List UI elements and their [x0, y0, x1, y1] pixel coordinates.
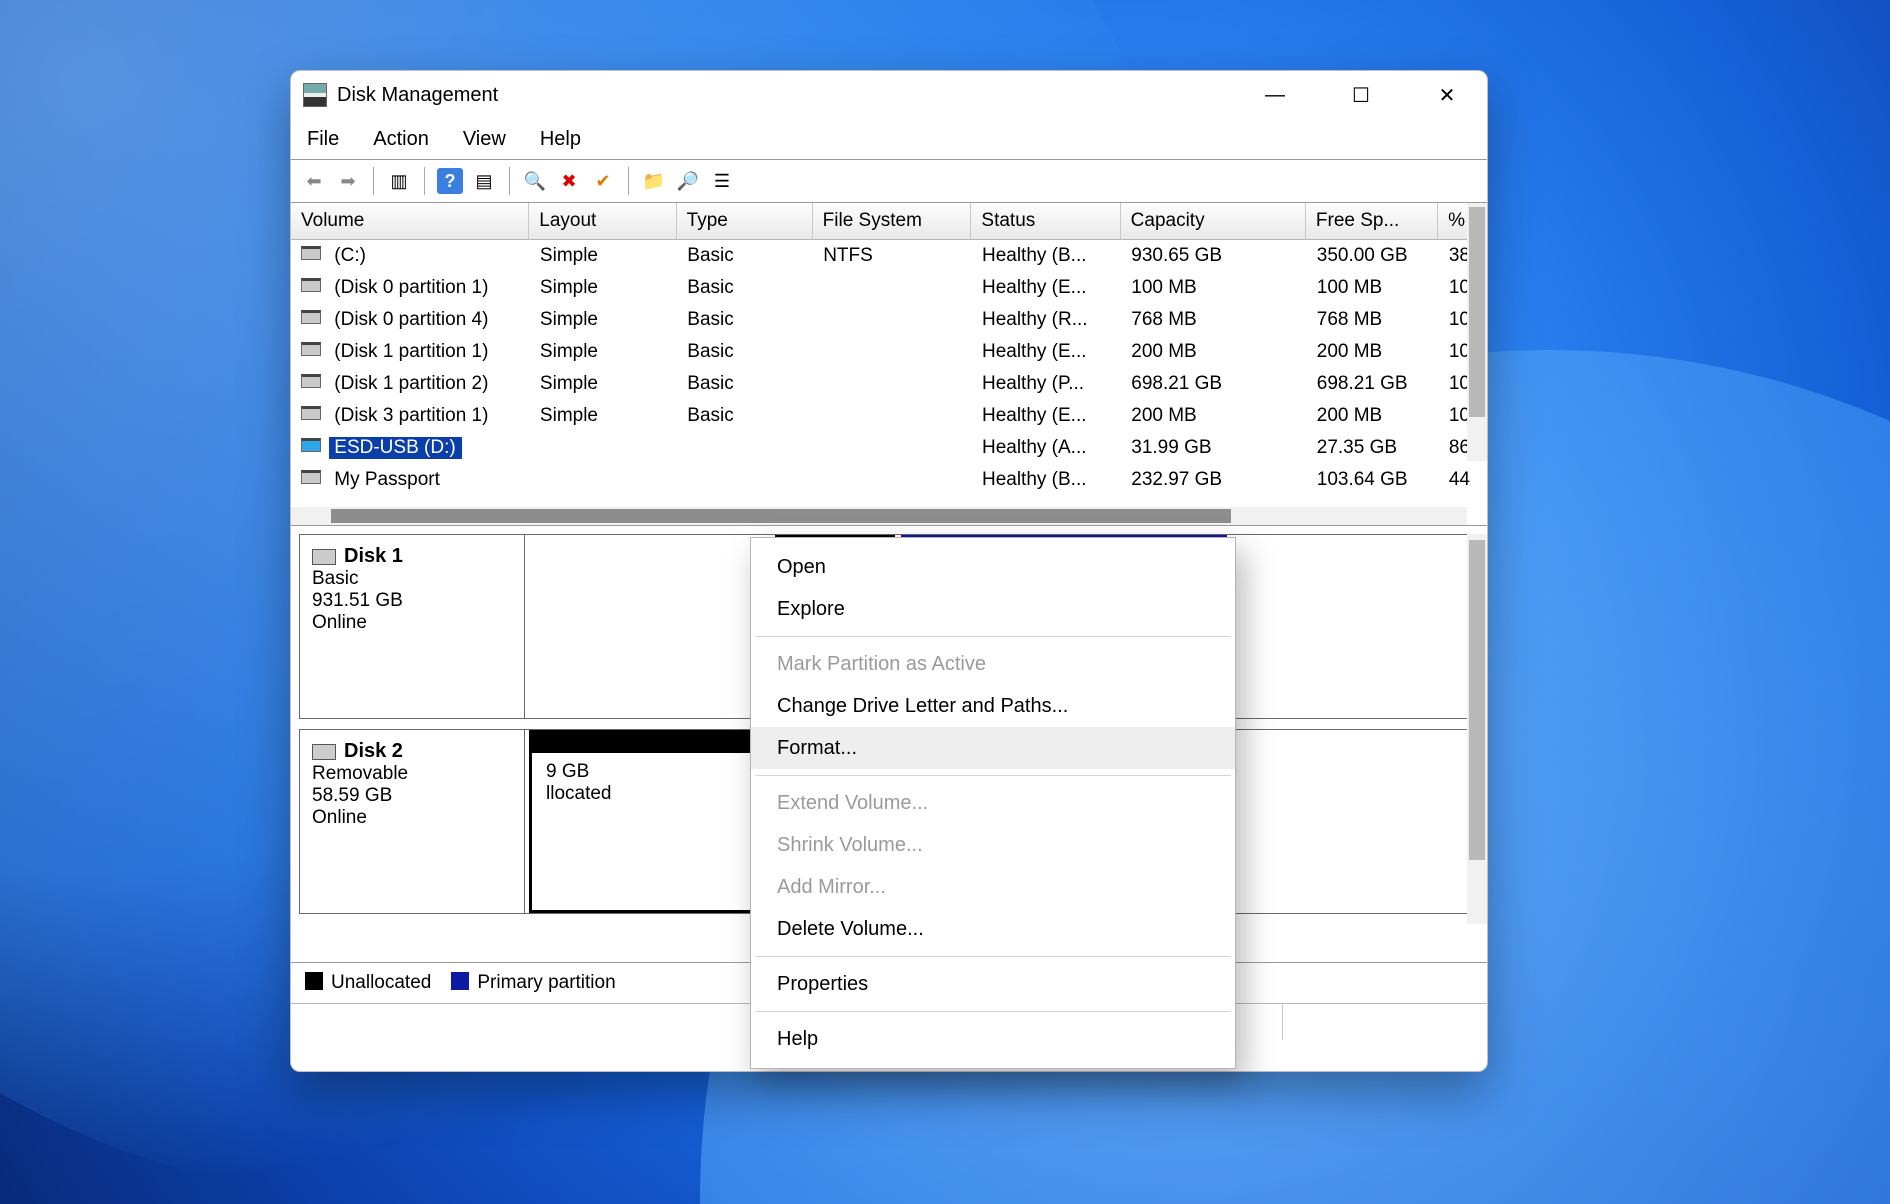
horizontal-scrollbar[interactable]: [291, 507, 1467, 525]
menu-file[interactable]: File: [307, 128, 339, 151]
disk-label[interactable]: Disk 2Removable58.59 GBOnline: [300, 730, 525, 913]
legend-item: Primary partition: [451, 972, 615, 994]
menu-view[interactable]: View: [463, 128, 506, 151]
search-folder-icon[interactable]: 🔎: [675, 168, 701, 194]
disk-management-window: Disk Management — ☐ ✕ File Action View Help…: [290, 70, 1488, 1072]
menu-item-mark-partition-as-active: Mark Partition as Active: [751, 643, 1235, 685]
disk-icon: [312, 744, 336, 760]
forward-arrow-icon[interactable]: ➡: [335, 168, 361, 194]
table-row[interactable]: (Disk 0 partition 1)SimpleBasicHealthy (…: [291, 272, 1487, 304]
titlebar[interactable]: Disk Management — ☐ ✕: [291, 71, 1487, 119]
folder-up-icon[interactable]: 📁: [641, 168, 667, 194]
toolbar: ⬅ ➡ ▥? ▤ 🔍 ✖ ✔ 📁 🔎 ☰: [291, 159, 1487, 203]
tree-pane-icon[interactable]: ▥: [386, 168, 412, 194]
menubar: File Action View Help: [291, 119, 1487, 159]
context-menu: OpenExplore Mark Partition as ActiveChang…: [750, 537, 1236, 1069]
table-row[interactable]: (Disk 3 partition 1)SimpleBasicHealthy (…: [291, 400, 1487, 432]
table-header: VolumeLayoutTypeFile SystemStatusCapacit…: [291, 203, 1487, 240]
disk-icon: [312, 549, 336, 565]
menu-item-explore[interactable]: Explore: [751, 588, 1235, 630]
menu-item-delete-volume[interactable]: Delete Volume...: [751, 908, 1235, 950]
window-title: Disk Management: [337, 84, 498, 107]
col-file-system[interactable]: File System: [813, 203, 972, 239]
menu-item-properties[interactable]: Properties: [751, 963, 1235, 1005]
properties-icon[interactable]: ▤: [471, 168, 497, 194]
table-row[interactable]: (C:)SimpleBasicNTFSHealthy (B...930.65 G…: [291, 240, 1487, 272]
volume-icon: [301, 246, 321, 260]
menu-action[interactable]: Action: [373, 128, 429, 151]
volume-icon: [301, 406, 321, 420]
col-volume[interactable]: Volume: [291, 203, 529, 239]
volume-table: VolumeLayoutTypeFile SystemStatusCapacit…: [291, 203, 1487, 526]
desktop-wallpaper: Disk Management — ☐ ✕ File Action View Help…: [0, 0, 1890, 1204]
col-status[interactable]: Status: [971, 203, 1120, 239]
menu-item-change-drive-letter-and-paths[interactable]: Change Drive Letter and Paths...: [751, 685, 1235, 727]
legend-item: Unallocated: [305, 972, 431, 994]
menu-item-help[interactable]: Help: [751, 1018, 1235, 1060]
volume-icon: [301, 438, 321, 452]
help-icon[interactable]: ?: [437, 168, 463, 194]
refresh-icon[interactable]: 🔍: [522, 168, 548, 194]
col-free-sp-[interactable]: Free Sp...: [1306, 203, 1438, 239]
maximize-button[interactable]: ☐: [1341, 75, 1381, 115]
options-icon[interactable]: ☰: [709, 168, 735, 194]
app-icon: [303, 83, 327, 107]
col-type[interactable]: Type: [677, 203, 813, 239]
menu-item-format[interactable]: Format...: [751, 727, 1235, 769]
volume-icon: [301, 470, 321, 484]
disk-label[interactable]: Disk 1Basic931.51 GBOnline: [300, 535, 525, 718]
volume-icon: [301, 310, 321, 324]
close-button[interactable]: ✕: [1427, 75, 1467, 115]
vertical-scrollbar[interactable]: [1467, 203, 1487, 461]
menu-help[interactable]: Help: [540, 128, 581, 151]
back-arrow-icon[interactable]: ⬅: [301, 168, 327, 194]
table-row[interactable]: (Disk 0 partition 4)SimpleBasicHealthy (…: [291, 304, 1487, 336]
menu-item-add-mirror: Add Mirror...: [751, 866, 1235, 908]
volume-icon: [301, 374, 321, 388]
menu-item-shrink-volume: Shrink Volume...: [751, 824, 1235, 866]
table-row[interactable]: My PassportHealthy (B...232.97 GB103.64 …: [291, 464, 1487, 496]
menu-item-open[interactable]: Open: [751, 546, 1235, 588]
minimize-button[interactable]: —: [1255, 75, 1295, 115]
menu-item-extend-volume: Extend Volume...: [751, 782, 1235, 824]
volume-icon: [301, 278, 321, 292]
delete-icon[interactable]: ✖: [556, 168, 582, 194]
table-row[interactable]: (Disk 1 partition 2)SimpleBasicHealthy (…: [291, 368, 1487, 400]
col-layout[interactable]: Layout: [529, 203, 676, 239]
table-row[interactable]: (Disk 1 partition 1)SimpleBasicHealthy (…: [291, 336, 1487, 368]
check-icon[interactable]: ✔: [590, 168, 616, 194]
table-row[interactable]: ESD-USB (D:)Healthy (A...31.99 GB27.35 G…: [291, 432, 1487, 464]
col-capacity[interactable]: Capacity: [1121, 203, 1306, 239]
volume-icon: [301, 342, 321, 356]
graph-scrollbar[interactable]: [1467, 534, 1487, 924]
